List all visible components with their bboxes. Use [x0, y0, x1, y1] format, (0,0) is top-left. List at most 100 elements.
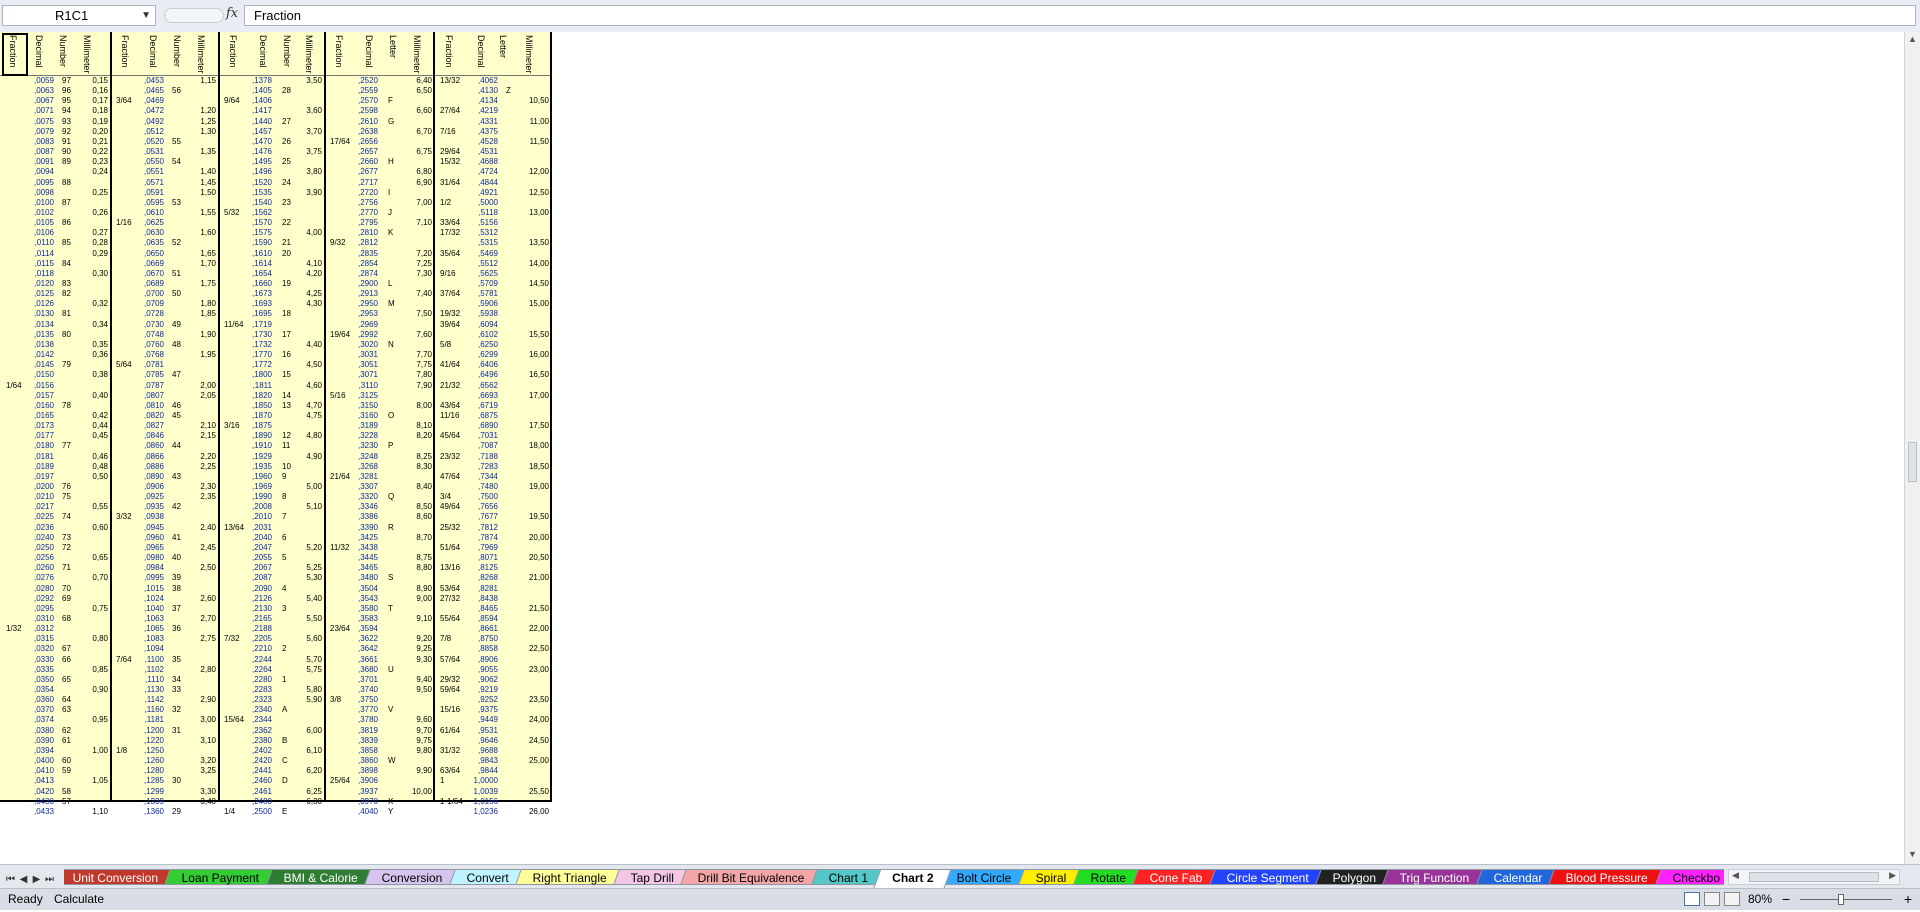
table-cell[interactable]: 3,90 — [294, 188, 322, 198]
table-cell[interactable]: 89 — [62, 157, 76, 167]
table-cell[interactable]: ,0118 — [28, 269, 54, 279]
table-cell[interactable]: 1,25 — [188, 117, 216, 127]
table-cell[interactable]: ,9531 — [468, 726, 498, 736]
table-cell[interactable]: ,0748 — [140, 330, 164, 340]
table-cell[interactable]: 74 — [62, 512, 76, 522]
table-cell[interactable]: ,3750 — [352, 695, 378, 705]
table-cell[interactable]: ,0160 — [28, 401, 54, 411]
table-cell[interactable]: 1,45 — [188, 178, 216, 188]
table-cell[interactable]: S — [388, 573, 402, 583]
table-cell[interactable]: 5,30 — [294, 573, 322, 583]
table-cell[interactable]: ,1495 — [248, 157, 272, 167]
table-cell[interactable]: ,2087 — [248, 573, 272, 583]
table-cell[interactable]: 12,50 — [518, 188, 549, 198]
table-cell[interactable]: ,4531 — [468, 147, 498, 157]
table-cell[interactable]: ,3622 — [352, 634, 378, 644]
table-cell[interactable]: J — [388, 208, 402, 218]
table-cell[interactable]: ,3031 — [352, 350, 378, 360]
table-cell[interactable]: 15/16 — [440, 705, 470, 715]
table-cell[interactable]: 21/32 — [440, 381, 470, 391]
table-cell[interactable]: ,0625 — [140, 218, 164, 228]
table-cell[interactable]: 42 — [172, 502, 186, 512]
table-cell[interactable]: ,8465 — [468, 604, 498, 614]
sheet-tab[interactable]: Bolt Circle — [939, 869, 1030, 885]
table-cell[interactable]: ,0512 — [140, 127, 164, 137]
table-cell[interactable]: ,0374 — [28, 715, 54, 725]
table-cell[interactable]: 75 — [62, 492, 76, 502]
table-cell[interactable]: 28 — [282, 86, 296, 96]
table-cell[interactable]: 31 — [172, 726, 186, 736]
table-cell[interactable]: ,0260 — [28, 563, 54, 573]
table-cell[interactable]: ,9219 — [468, 685, 498, 695]
table-cell[interactable]: ,7969 — [468, 543, 498, 553]
table-cell[interactable]: 33 — [172, 685, 186, 695]
table-cell[interactable]: ,1535 — [248, 188, 272, 198]
table-cell[interactable]: 7,40 — [404, 289, 432, 299]
table-cell[interactable]: ,2340 — [248, 705, 272, 715]
table-cell[interactable]: 24,00 — [518, 715, 549, 725]
table-cell[interactable]: 7,25 — [404, 259, 432, 269]
table-cell[interactable]: ,0335 — [28, 665, 54, 675]
table-cell[interactable]: 1,00 — [80, 746, 108, 756]
table-cell[interactable]: 7,30 — [404, 269, 432, 279]
table-cell[interactable]: 1,75 — [188, 279, 216, 289]
table-cell[interactable]: 6,75 — [404, 147, 432, 157]
table-cell[interactable]: ,1969 — [248, 482, 272, 492]
table-cell[interactable]: ,4040 — [352, 807, 378, 817]
table-cell[interactable]: ,0126 — [28, 299, 54, 309]
table-cell[interactable]: 3,60 — [294, 106, 322, 116]
table-cell[interactable]: ,1250 — [140, 746, 164, 756]
table-cell[interactable]: ,9843 — [468, 756, 498, 766]
table-cell[interactable]: 0,27 — [80, 228, 108, 238]
table-cell[interactable]: ,2720 — [352, 188, 378, 198]
table-cell[interactable]: ,3189 — [352, 421, 378, 431]
table-cell[interactable]: ,7087 — [468, 441, 498, 451]
table-cell[interactable]: ,3307 — [352, 482, 378, 492]
table-cell[interactable]: 20,50 — [518, 553, 549, 563]
sheet-tab[interactable]: Circle Segment — [1208, 869, 1327, 885]
table-cell[interactable]: ,2280 — [248, 675, 272, 685]
table-cell[interactable]: ,2040 — [248, 533, 272, 543]
table-cell[interactable]: ,0472 — [140, 106, 164, 116]
table-cell[interactable]: ,0591 — [140, 188, 164, 198]
table-cell[interactable]: 13,50 — [518, 238, 549, 248]
table-cell[interactable]: K — [388, 228, 402, 238]
table-cell[interactable]: ,8125 — [468, 563, 498, 573]
table-cell[interactable]: 1 — [440, 776, 470, 786]
table-cell[interactable]: ,0630 — [140, 228, 164, 238]
table-cell[interactable]: ,0189 — [28, 462, 54, 472]
table-cell[interactable]: ,8268 — [468, 573, 498, 583]
table-cell[interactable]: 4,40 — [294, 340, 322, 350]
table-cell[interactable]: 34 — [172, 675, 186, 685]
table-cell[interactable]: ,8750 — [468, 634, 498, 644]
table-cell[interactable]: 1,95 — [188, 350, 216, 360]
table-cell[interactable]: 8,25 — [404, 452, 432, 462]
table-cell[interactable]: ,5709 — [468, 279, 498, 289]
table-cell[interactable]: 1,0000 — [468, 776, 498, 786]
column-header[interactable]: Millimeter — [194, 35, 208, 75]
table-cell[interactable]: ,2874 — [352, 269, 378, 279]
table-cell[interactable]: 1,80 — [188, 299, 216, 309]
sheet-tab[interactable]: Checkbo — [1654, 869, 1724, 885]
table-cell[interactable]: 6,60 — [404, 106, 432, 116]
table-cell[interactable]: 83 — [62, 279, 76, 289]
table-cell[interactable]: 5 — [282, 553, 296, 563]
table-cell[interactable]: ,1654 — [248, 269, 272, 279]
table-cell[interactable]: ,1063 — [140, 614, 164, 624]
table-cell[interactable]: ,1730 — [248, 330, 272, 340]
table-cell[interactable]: 2,05 — [188, 391, 216, 401]
table-cell[interactable]: ,1590 — [248, 238, 272, 248]
table-cell[interactable]: ,1800 — [248, 370, 272, 380]
table-cell[interactable]: ,1960 — [248, 472, 272, 482]
table-cell[interactable]: 3,30 — [188, 787, 216, 797]
table-cell[interactable]: ,2031 — [248, 523, 272, 533]
table-cell[interactable]: ,0256 — [28, 553, 54, 563]
table-cell[interactable]: 17/32 — [440, 228, 470, 238]
table-cell[interactable]: ,2010 — [248, 512, 272, 522]
table-cell[interactable]: O — [388, 411, 402, 421]
table-cell[interactable]: ,1772 — [248, 360, 272, 370]
table-cell[interactable]: ,0394 — [28, 746, 54, 756]
table-cell[interactable]: ,9055 — [468, 665, 498, 675]
table-cell[interactable]: ,0938 — [140, 512, 164, 522]
table-cell[interactable]: 7 — [282, 512, 296, 522]
